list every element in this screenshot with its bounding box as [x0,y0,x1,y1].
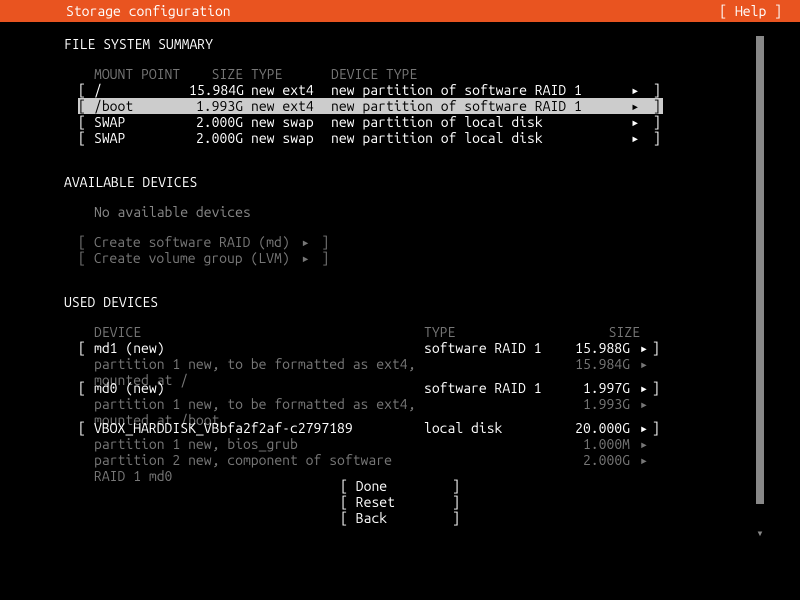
no-available-devices: No available devices [64,204,736,220]
bracket-left: [ [78,98,94,114]
fs-summary-title: FILE SYSTEM SUMMARY [64,36,736,52]
fs-row[interactable]: [ /boot1.993Gnew ext4new partition of so… [64,98,736,114]
col-type: TYPE [251,66,331,82]
partition-size: 2.000G [560,452,630,468]
chevron-right-icon: ▸ [630,380,652,396]
fs-mount: SWAP [94,114,189,130]
create-raid-menu[interactable]: [ Create software RAID (md) ▸ ] [64,234,736,250]
used-partition-row[interactable]: partition 2 new, component of software R… [64,452,736,468]
fs-mount: / [94,82,189,98]
create-raid-label: Create software RAID (md) [94,234,290,250]
help-button[interactable]: [ Help ] [719,0,790,22]
chevron-right-icon: ▸ [630,420,652,436]
fs-devtype: new partition of local disk [331,130,631,146]
device-type: software RAID 1 [424,380,560,396]
action-buttons: [ Done] [ Reset] [ Back] [64,478,736,526]
partition-desc: partition 1 new, to be formatted as ext4… [94,356,424,372]
chevron-right-icon: ▸ [630,452,652,468]
partition-desc: partition 2 new, component of software R… [94,452,424,468]
used-device-row[interactable]: [ VBOX_HARDDISK_VBbfa2f2af-c2797189local… [64,420,736,436]
fs-size: 2.000G [189,130,251,146]
bracket-left: [ [78,420,94,436]
scrollbar[interactable]: ▾ [756,36,764,540]
fs-type: new ext4 [251,82,331,98]
fs-row[interactable]: [ SWAP2.000Gnew swapnew partition of loc… [64,114,736,130]
header-bar: Storage configuration [ Help ] [0,0,800,22]
bracket-right: ] [653,98,663,114]
partition-desc: partition 1 new, to be formatted as ext4… [94,396,424,412]
fs-type: new swap [251,130,331,146]
bracket-right: ] [653,114,663,130]
partition-size: 1.000M [560,436,630,452]
create-lvm-menu[interactable]: [ Create volume group (LVM) ▸ ] [64,250,736,266]
fs-row[interactable]: [ SWAP2.000Gnew swapnew partition of loc… [64,130,736,146]
bracket-right: ] [653,130,663,146]
used-partition-row[interactable]: partition 1 new, to be formatted as ext4… [64,356,736,372]
fs-mount: /boot [94,98,189,114]
page-title: Storage configuration [10,0,231,22]
chevron-right-icon: ▸ [631,130,653,146]
fs-size: 15.984G [189,82,251,98]
bracket-right: ] [652,420,662,436]
partition-desc: partition 1 new, bios_grub [94,436,424,452]
used-partition-row[interactable]: partition 1 new, bios_grub 1.000M▸ [64,436,736,452]
fs-devtype: new partition of software RAID 1 [331,82,631,98]
used-device-row[interactable]: [ md1 (new)software RAID 115.988G▸] [64,340,736,356]
col-device: DEVICE [94,324,424,340]
used-partition-row[interactable]: partition 1 new, to be formatted as ext4… [64,396,736,412]
scroll-down-icon[interactable]: ▾ [756,526,763,540]
chevron-right-icon: ▸ [631,98,653,114]
col-size: SIZE [560,324,640,340]
bracket-right: ] [652,340,662,356]
fs-column-headers: MOUNT POINT SIZE TYPE DEVICE TYPE [64,66,736,82]
col-type: TYPE [424,324,560,340]
fs-size: 1.993G [189,98,251,114]
col-mount-point: MOUNT POINT [94,66,189,82]
bracket-right: ] [653,82,663,98]
device-size: 20.000G [560,420,630,436]
bracket-left: [ [78,82,94,98]
device-name: md0 (new) [94,380,424,396]
chevron-right-icon: ▸ [630,436,652,452]
main-content: FILE SYSTEM SUMMARY MOUNT POINT SIZE TYP… [0,22,800,526]
fs-type: new swap [251,114,331,130]
used-devices-title: USED DEVICES [64,294,736,310]
create-lvm-label: Create volume group (LVM) [94,250,290,266]
col-size: SIZE [189,66,251,82]
partition-size: 1.993G [560,396,630,412]
device-size: 15.988G [560,340,630,356]
used-device-row[interactable]: [ md0 (new)software RAID 11.997G▸] [64,380,736,396]
fs-mount: SWAP [94,130,189,146]
chevron-right-icon: ▸ [631,82,653,98]
partition-size: 15.984G [560,356,630,372]
available-title: AVAILABLE DEVICES [64,174,736,190]
bracket-right: ] [652,380,662,396]
chevron-right-icon: ▸ [631,114,653,130]
scrollbar-thumb[interactable] [756,36,764,504]
fs-type: new ext4 [251,98,331,114]
fs-size: 2.000G [189,114,251,130]
back-button[interactable]: [ Back [340,510,452,526]
done-button[interactable]: [ Done [340,478,452,494]
bracket-left: [ [78,380,94,396]
device-name: md1 (new) [94,340,424,356]
device-name: VBOX_HARDDISK_VBbfa2f2af-c2797189 [94,420,424,436]
reset-button[interactable]: [ Reset [340,494,452,510]
chevron-right-icon: ▸ [630,340,652,356]
device-type: software RAID 1 [424,340,560,356]
bracket-left: [ [78,130,94,146]
chevron-right-icon: ▸ [298,250,314,266]
bracket-left: [ [78,340,94,356]
chevron-right-icon: ▸ [630,396,652,412]
fs-devtype: new partition of software RAID 1 [331,98,631,114]
chevron-right-icon: ▸ [298,234,314,250]
col-device-type: DEVICE TYPE [331,66,736,82]
fs-devtype: new partition of local disk [331,114,631,130]
device-size: 1.997G [560,380,630,396]
fs-row[interactable]: [ /15.984Gnew ext4new partition of softw… [64,82,736,98]
bracket-left: [ [78,114,94,130]
chevron-right-icon: ▸ [630,356,652,372]
device-type: local disk [424,420,560,436]
used-column-headers: DEVICE TYPE SIZE [64,324,736,340]
